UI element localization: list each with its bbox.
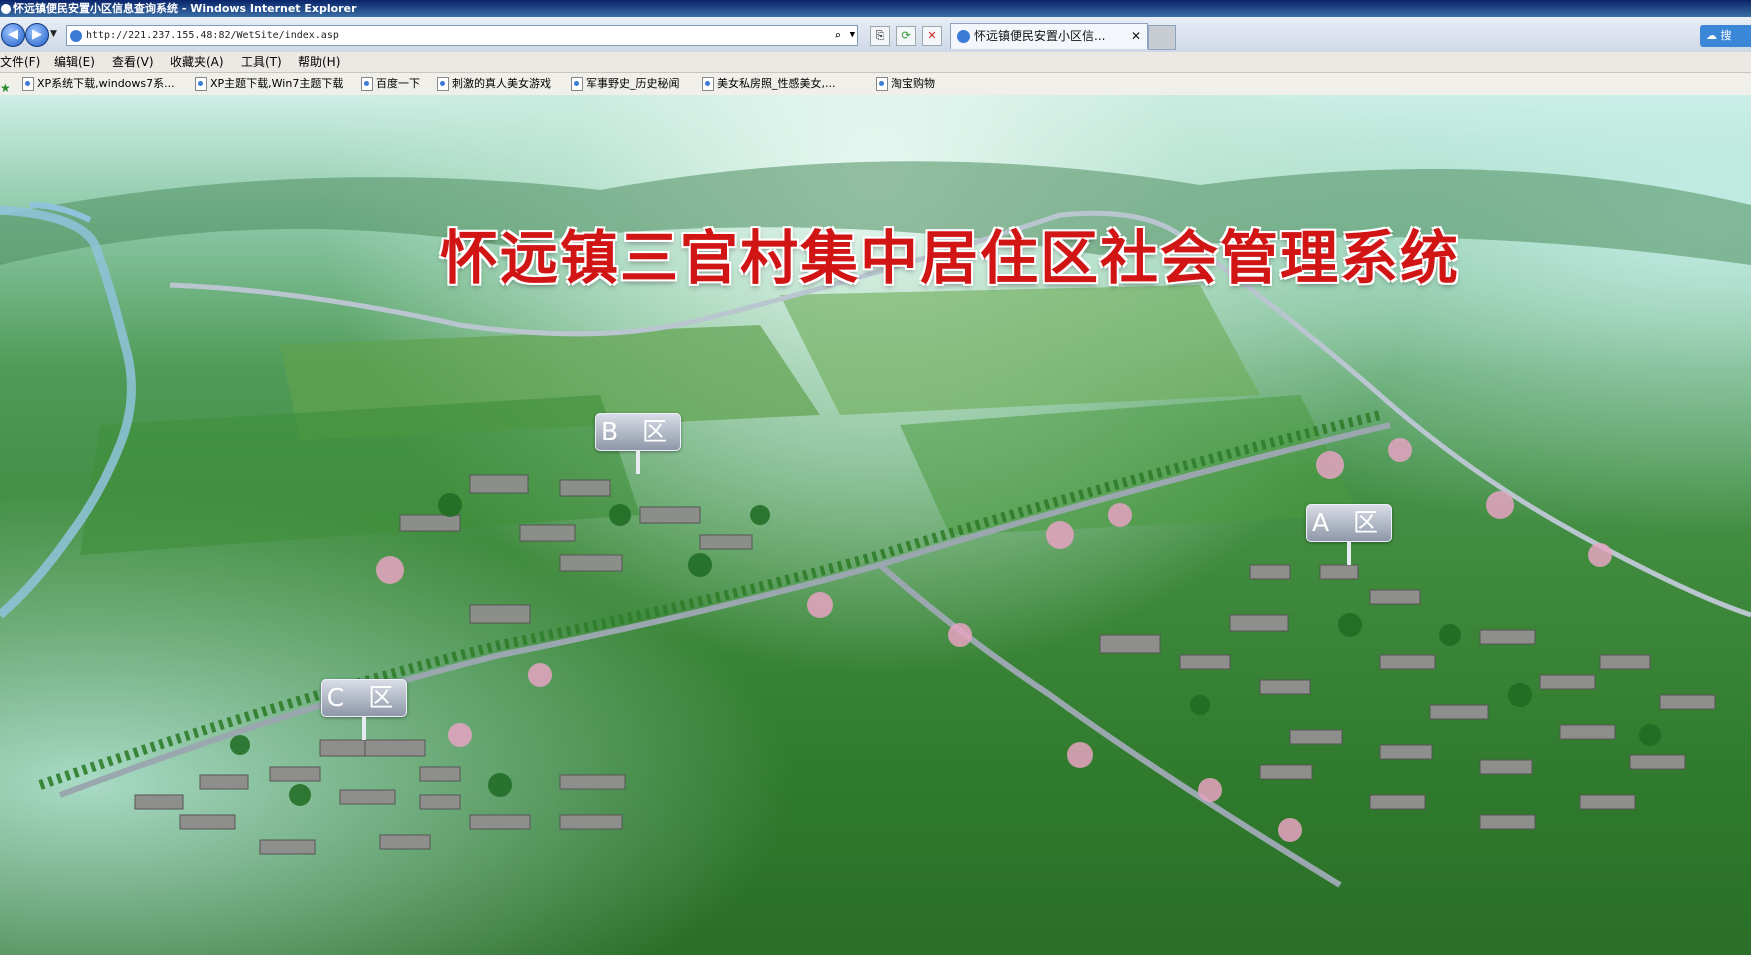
favorite-link[interactable]: 百度一下: [361, 73, 420, 95]
address-url[interactable]: http://221.237.155.48:82/WetSite/index.a…: [86, 30, 339, 41]
menu-edit[interactable]: 编辑(E): [54, 52, 95, 72]
page-icon: [876, 77, 888, 91]
zone-a-marker[interactable]: A 区: [1306, 504, 1392, 565]
menu-tools[interactable]: 工具(T): [241, 52, 282, 72]
page-icon: [361, 77, 373, 91]
menu-help[interactable]: 帮助(H): [298, 52, 340, 72]
favorite-link[interactable]: 美女私房照_性感美女,...: [702, 73, 836, 95]
address-dropdown-icon[interactable]: ▼: [850, 26, 855, 45]
menu-bar: 文件(F) 编辑(E) 查看(V) 收藏夹(A) 工具(T) 帮助(H): [0, 52, 1751, 73]
zone-a-pin-stem: [1347, 541, 1351, 565]
zone-a-label: A 区: [1311, 508, 1387, 537]
right-button-label: 搜: [1720, 29, 1732, 42]
refresh-icon[interactable]: ⟳: [896, 26, 916, 46]
zone-c-pin-stem: [362, 716, 366, 740]
page-icon: [571, 77, 583, 91]
compatibility-view-icon[interactable]: ⎘: [870, 26, 890, 46]
address-bar[interactable]: http://221.237.155.48:82/WetSite/index.a…: [66, 25, 858, 46]
page-icon: [437, 77, 449, 91]
zone-b-marker[interactable]: B 区: [595, 413, 681, 474]
favorite-link[interactable]: 淘宝购物: [876, 73, 935, 95]
window-title: 怀远镇便民安置小区信息查询系统 - Windows Internet Explo…: [13, 2, 357, 15]
favorites-bar: ★ XP系统下载,windows7系... XP主题下载,Win7主题下载 百度…: [0, 73, 1751, 95]
favorite-link[interactable]: XP主题下载,Win7主题下载: [195, 73, 343, 95]
window-titlebar: 怀远镇便民安置小区信息查询系统 - Windows Internet Explo…: [0, 0, 1751, 17]
tab-current[interactable]: 怀远镇便民安置小区信... ✕: [950, 23, 1148, 49]
page-icon: [195, 77, 207, 91]
page-title: 怀远镇三官村集中居住区社会管理系统: [440, 224, 1461, 292]
zone-b-label: B 区: [600, 417, 676, 446]
forward-arrow-icon[interactable]: ▶: [25, 23, 49, 47]
page-icon: [70, 29, 82, 42]
page-icon: [702, 77, 714, 91]
back-arrow-icon[interactable]: ◀: [1, 23, 25, 47]
zone-c-label: C 区: [326, 683, 402, 712]
zone-c-marker[interactable]: C 区: [321, 679, 407, 740]
menu-view[interactable]: 查看(V): [112, 52, 154, 72]
favorite-link[interactable]: 军事野史_历史秘闻: [571, 73, 680, 95]
new-tab-button[interactable]: [1148, 25, 1176, 50]
navigation-bar: ◀ ▶ ▼ http://221.237.155.48:82/WetSite/i…: [0, 17, 1751, 52]
stop-icon[interactable]: ✕: [922, 26, 942, 46]
page-content: 怀远镇三官村集中居住区社会管理系统 B 区 A 区 C 区: [0, 95, 1751, 955]
search-icon[interactable]: ⌕: [834, 26, 841, 45]
favorite-link[interactable]: 刺激的真人美女游戏: [437, 73, 551, 95]
tab-close-button[interactable]: ✕: [1131, 24, 1141, 49]
history-dropdown-icon[interactable]: ▼: [50, 29, 57, 39]
menu-favorites[interactable]: 收藏夹(A): [170, 52, 224, 72]
tab-page-icon: [957, 30, 970, 43]
menu-file[interactable]: 文件(F): [0, 52, 40, 72]
favorite-link[interactable]: XP系统下载,windows7系...: [22, 73, 175, 95]
tab-title: 怀远镇便民安置小区信...: [974, 29, 1106, 43]
zone-b-pin-stem: [636, 450, 640, 474]
ie-logo-icon: [1, 4, 11, 14]
right-toolbar-button[interactable]: ☁ 搜: [1700, 25, 1751, 47]
page-icon: [22, 77, 34, 91]
cloud-icon: ☁: [1706, 29, 1717, 42]
